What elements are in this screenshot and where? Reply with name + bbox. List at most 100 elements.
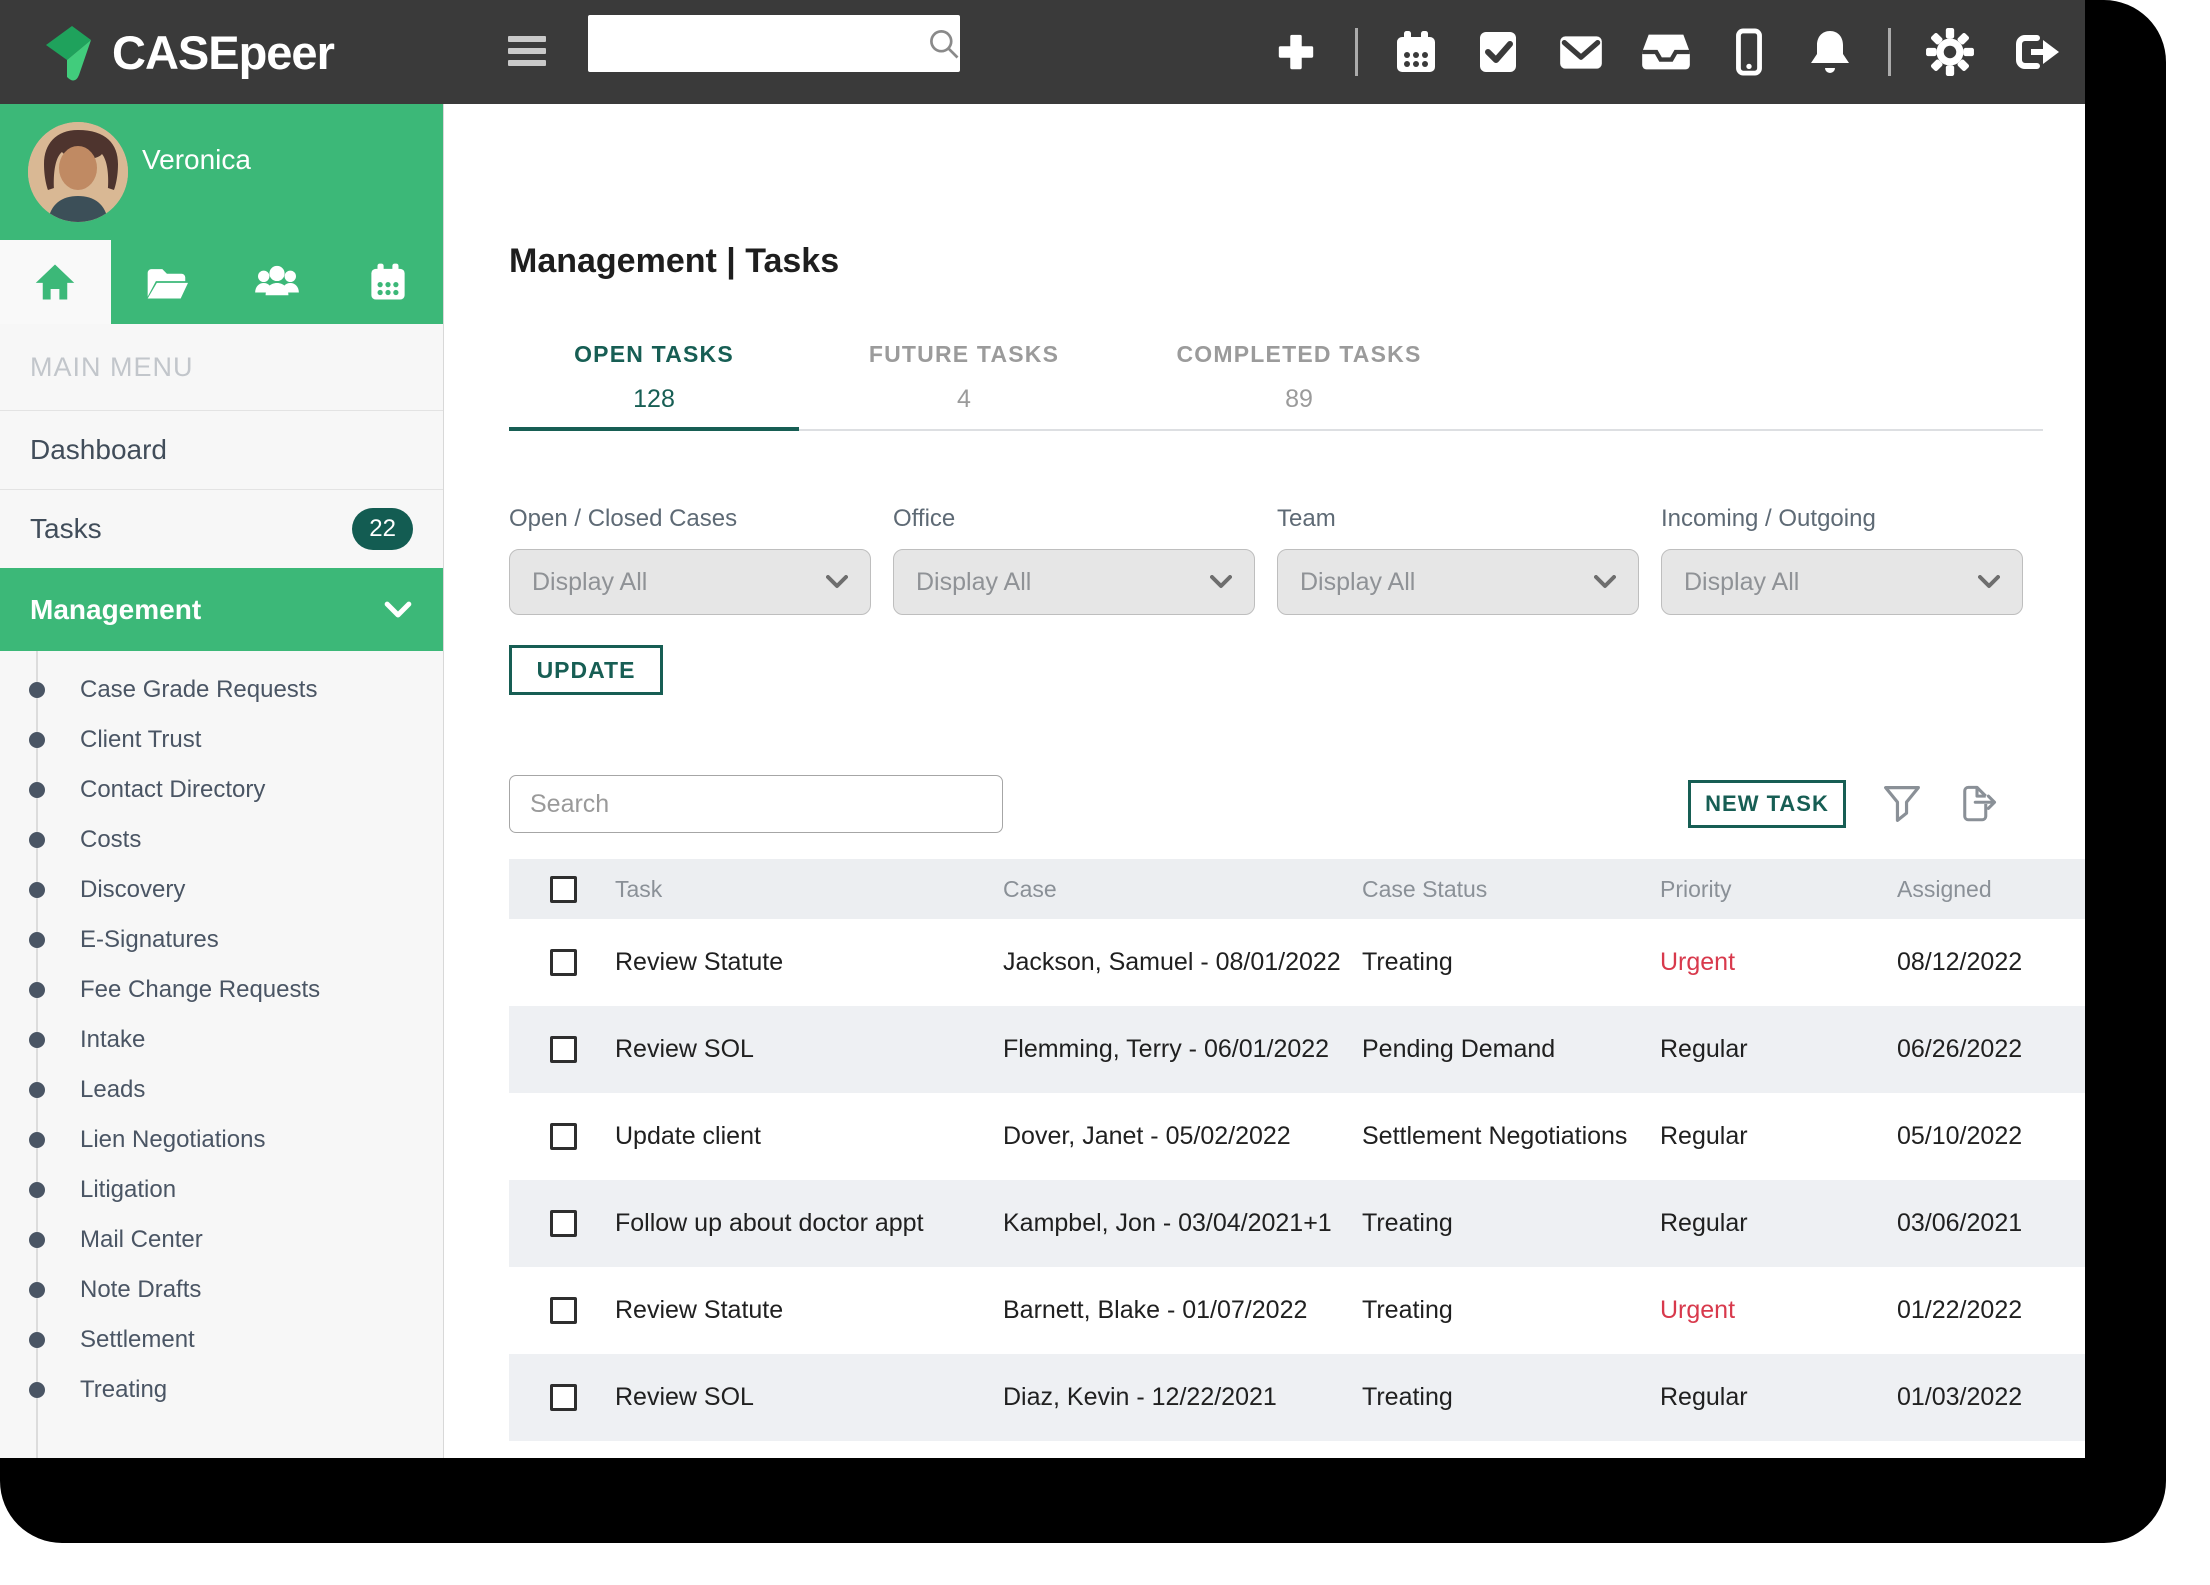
table-row[interactable]: Review SOL Diaz, Kevin - 12/22/2021 Trea… <box>509 1354 2085 1441</box>
casepeer-logo[interactable]: CASEpeer <box>40 0 335 104</box>
table-body: Review Statute Jackson, Samuel - 08/01/2… <box>509 919 2085 1441</box>
submenu-item[interactable]: Leads <box>0 1065 443 1115</box>
sidebar-menu-item[interactable]: Dashboard <box>0 410 443 489</box>
task-table: Task Case Case Status Priority Assigned … <box>509 859 2085 1441</box>
submenu-item[interactable]: Discovery <box>0 865 443 915</box>
cell-assigned: 05/10/2022 <box>1897 1122 2023 1150</box>
filter-dropdown[interactable]: Display All <box>1277 549 1639 615</box>
tab-label: FUTURE TASKS <box>868 341 1060 367</box>
hamburger-menu-icon[interactable] <box>508 36 546 72</box>
row-checkbox[interactable] <box>550 1123 577 1150</box>
submenu-item-label: Costs <box>80 826 142 853</box>
task-tab[interactable]: COMPLETED TASKS 89 <box>1129 337 1469 429</box>
task-tab[interactable]: OPEN TASKS 128 <box>509 337 799 431</box>
cell-task: Update client <box>615 1122 761 1150</box>
filter-label: Office <box>893 505 956 532</box>
notifications-bell-icon[interactable] <box>1806 27 1854 77</box>
submenu-item[interactable]: Mail Center <box>0 1215 443 1265</box>
tasks-check-icon[interactable] <box>1474 28 1522 76</box>
sidebar: Veronica MAIN MENU Dashboard Tasks 22 Ma… <box>0 104 444 1458</box>
sidebar-menu-item[interactable]: Tasks 22 <box>0 489 443 568</box>
task-search-input[interactable] <box>509 775 1003 833</box>
avatar <box>28 122 128 222</box>
table-row[interactable]: Review Statute Barnett, Blake - 01/07/20… <box>509 1267 2085 1354</box>
cell-assigned: 03/06/2021 <box>1897 1209 2023 1237</box>
submenu-item[interactable]: Lien Negotiations <box>0 1115 443 1165</box>
table-row[interactable]: Update client Dover, Janet - 05/02/2022 … <box>509 1093 2085 1180</box>
tab-contacts[interactable] <box>222 240 333 324</box>
submenu-item[interactable]: Case Grade Requests <box>0 665 443 715</box>
phone-icon[interactable] <box>1726 27 1772 77</box>
user-profile[interactable]: Veronica <box>0 104 443 240</box>
page-title: Management | Tasks <box>509 242 840 280</box>
tab-count: 128 <box>633 385 675 413</box>
tab-home[interactable] <box>0 240 111 324</box>
sign-out-icon[interactable] <box>2009 27 2061 77</box>
tab-label: OPEN TASKS <box>574 341 734 367</box>
inbox-icon[interactable] <box>1640 26 1692 78</box>
task-tabs: OPEN TASKS 128 FUTURE TASKS 4 COMPLETED … <box>509 337 2043 431</box>
cell-status: Treating <box>1362 1383 1453 1411</box>
cell-status: Treating <box>1362 1296 1453 1324</box>
cell-case: Kampbel, Jon - 03/04/2021+1 <box>1003 1209 1332 1237</box>
task-tab[interactable]: FUTURE TASKS 4 <box>799 337 1129 429</box>
submenu-item[interactable]: E-Signatures <box>0 915 443 965</box>
filter-dropdown[interactable]: Display All <box>1661 549 2023 615</box>
global-search-input[interactable] <box>588 29 926 58</box>
submenu-item[interactable]: Treating <box>0 1365 443 1415</box>
submenu-item[interactable]: Costs <box>0 815 443 865</box>
tab-calendar[interactable] <box>332 240 443 324</box>
task-count-badge: 22 <box>352 508 413 550</box>
submenu-item[interactable]: Client Trust <box>0 715 443 765</box>
row-checkbox[interactable] <box>550 1384 577 1411</box>
calendar-icon[interactable] <box>1392 28 1440 76</box>
row-checkbox[interactable] <box>550 1297 577 1324</box>
export-icon[interactable] <box>1956 782 1998 826</box>
submenu-item[interactable]: Litigation <box>0 1165 443 1215</box>
table-row[interactable]: Review SOL Flemming, Terry - 06/01/2022 … <box>509 1006 2085 1093</box>
row-checkbox[interactable] <box>550 1210 577 1237</box>
cell-assigned: 01/03/2022 <box>1897 1383 2023 1411</box>
global-search <box>588 15 960 72</box>
submenu-item[interactable]: Fee Change Requests <box>0 965 443 1015</box>
settings-gear-icon[interactable] <box>1925 27 1975 77</box>
management-submenu: Case Grade Requests Client Trust Contact… <box>0 651 443 1458</box>
submenu-item[interactable]: Intake <box>0 1015 443 1065</box>
filter-funnel-icon[interactable] <box>1882 783 1922 825</box>
filter: Incoming / Outgoing Display All <box>1661 505 2023 615</box>
select-all-checkbox[interactable] <box>550 875 577 903</box>
submenu-item[interactable]: Contact Directory <box>0 765 443 815</box>
sidebar-menu-item[interactable]: Management <box>0 568 443 651</box>
filter-selected-value: Display All <box>1300 567 1416 596</box>
cell-priority: Urgent <box>1660 1296 1736 1324</box>
submenu-item-label: Lien Negotiations <box>80 1126 266 1153</box>
new-task-button[interactable]: NEW TASK <box>1688 780 1846 828</box>
mail-icon[interactable] <box>1556 27 1606 77</box>
update-button[interactable]: UPDATE <box>509 645 663 695</box>
sidebar-icon-tabs <box>0 240 443 324</box>
column-header-priority: Priority <box>1660 875 1732 902</box>
filter-dropdown[interactable]: Display All <box>509 549 871 615</box>
casepeer-logo-text: CASEpeer <box>112 25 335 79</box>
submenu-item[interactable]: Settlement <box>0 1315 443 1365</box>
table-row[interactable]: Follow up about doctor appt Kampbel, Jon… <box>509 1180 2085 1267</box>
main-menu-label: MAIN MENU <box>30 351 194 382</box>
topbar-icon-group <box>1271 0 2061 104</box>
home-icon <box>36 264 75 300</box>
cell-task: Review SOL <box>615 1035 754 1063</box>
add-icon[interactable] <box>1271 27 1321 77</box>
row-checkbox[interactable] <box>550 1036 577 1063</box>
tab-count: 4 <box>957 385 971 413</box>
top-navigation-bar: CASEpeer <box>0 0 2085 104</box>
filter-dropdown[interactable]: Display All <box>893 549 1255 615</box>
column-header-status: Case Status <box>1362 875 1488 902</box>
filter: Team Display All <box>1277 505 1639 615</box>
table-row[interactable]: Review Statute Jackson, Samuel - 08/01/2… <box>509 919 2085 1006</box>
table-toolbar: NEW TASK <box>509 775 2043 833</box>
filter: Office Display All <box>893 505 1255 615</box>
cell-status: Pending Demand <box>1362 1035 1556 1063</box>
cell-task: Review Statute <box>615 1296 784 1324</box>
tab-cases[interactable] <box>111 240 222 324</box>
submenu-item[interactable]: Note Drafts <box>0 1265 443 1315</box>
row-checkbox[interactable] <box>550 949 577 976</box>
